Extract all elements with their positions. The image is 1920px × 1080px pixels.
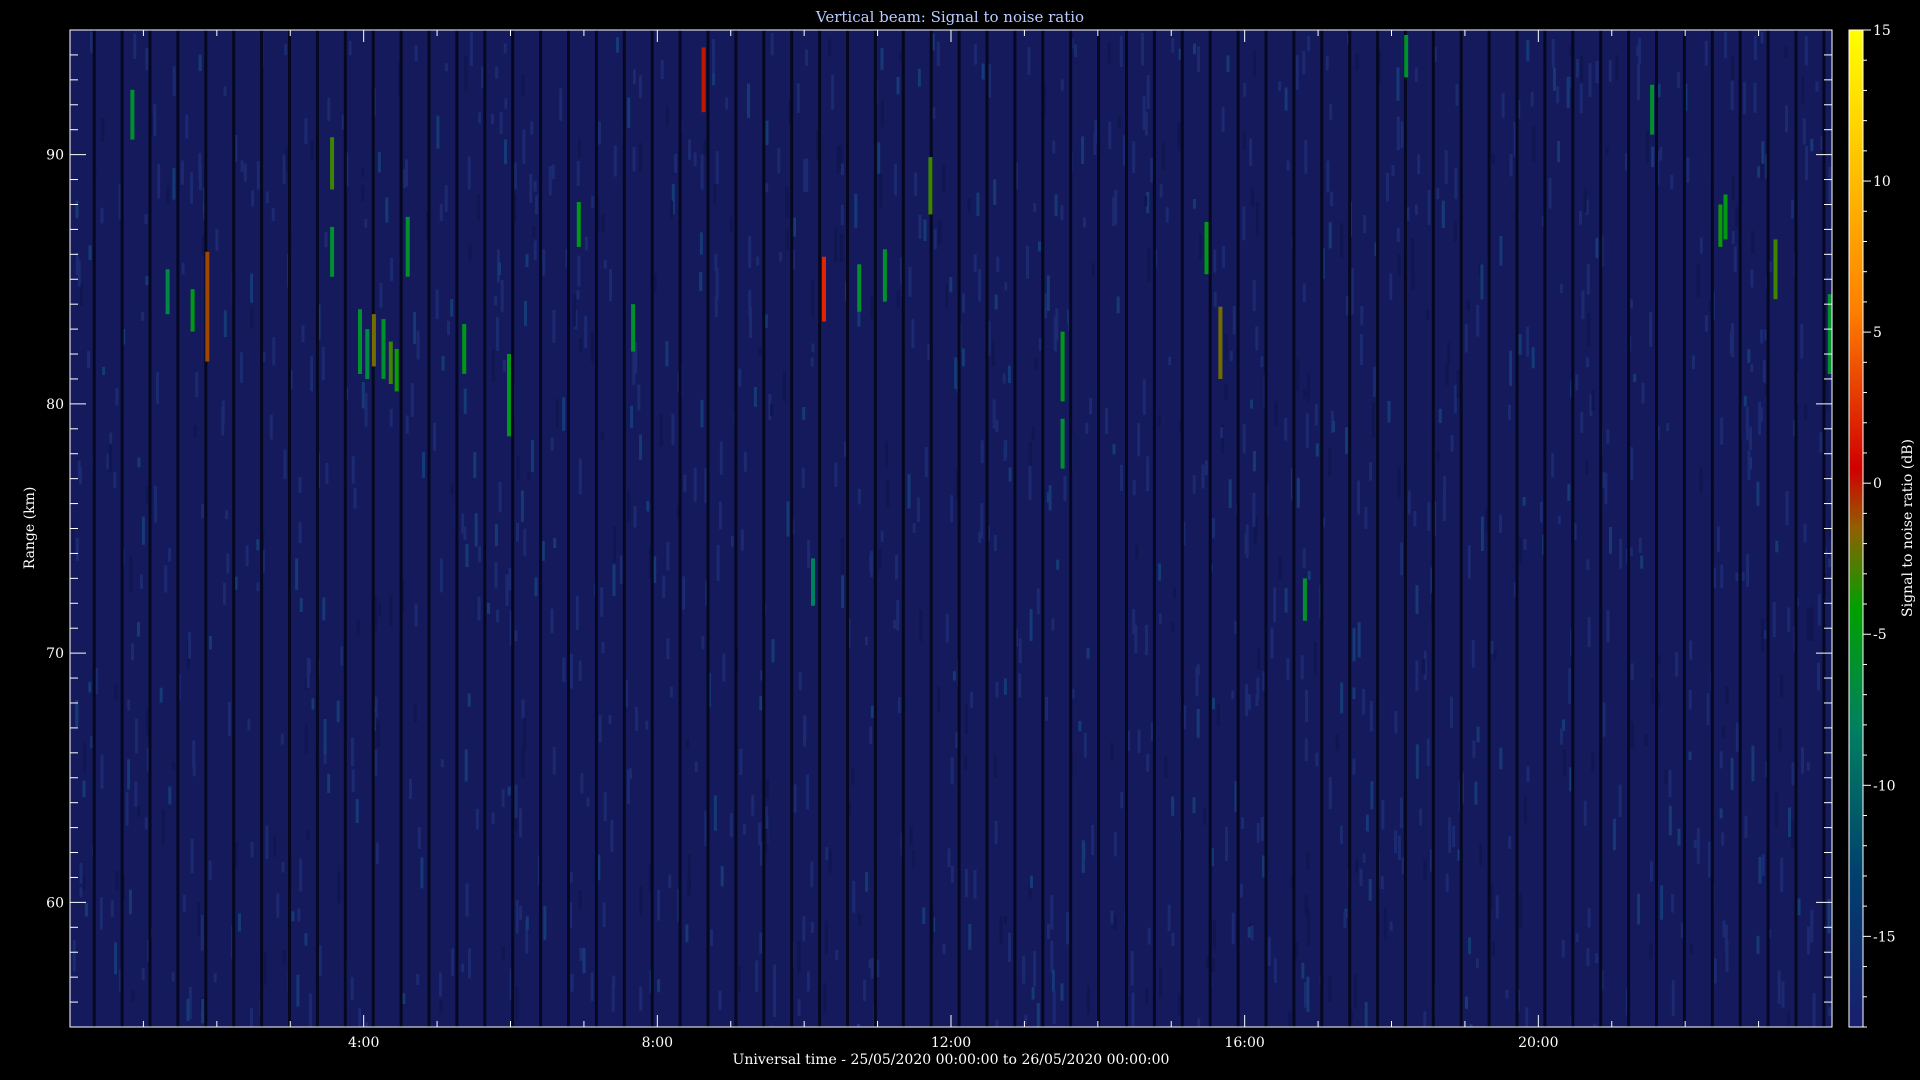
snr-heatmap-chart: Vertical beam: Signal to noise ratio 4:0… (22, 8, 1916, 1068)
colorbar-tick-label: 10 (1873, 174, 1891, 190)
echo-mark (1302, 578, 1307, 621)
echo-mark (365, 329, 370, 379)
echo-mark (1773, 239, 1778, 300)
x-tick-label: 16:00 (1224, 1035, 1264, 1051)
echo-mark (857, 264, 862, 312)
echo-mark (1060, 418, 1065, 469)
echo-mark (1060, 331, 1065, 402)
colorbar-axis: 15 10 5 0 -5 -10 -15 (1863, 23, 1896, 1028)
echo-mark (507, 354, 511, 437)
echo-mark (631, 304, 636, 352)
echo-mark (205, 251, 210, 362)
echo-mark (371, 314, 376, 367)
echo-mark (822, 256, 826, 322)
echo-mark (165, 269, 170, 315)
echo-mark (1218, 306, 1223, 379)
echo-mark (1718, 204, 1723, 247)
echo-mark (405, 216, 410, 277)
echo-mark (811, 558, 815, 606)
x-tick-label: 4:00 (348, 1035, 379, 1051)
echo-mark (330, 226, 335, 277)
echo-mark (358, 309, 362, 374)
echo-mark (330, 137, 335, 190)
echo-mark (882, 249, 887, 302)
echo-mark (190, 289, 195, 332)
colorbar-label: Signal to noise ratio (dB) (1900, 439, 1916, 617)
echo-mark (1723, 194, 1728, 240)
echo-mark (1827, 294, 1832, 374)
colorbar-tick-label: 0 (1873, 476, 1882, 492)
x-tick-label: 8:00 (642, 1035, 673, 1051)
echo-mark (394, 349, 399, 392)
chart-title: Vertical beam: Signal to noise ratio (815, 8, 1084, 26)
x-axis-label: Universal time - 25/05/2020 00:00:00 to … (733, 1052, 1170, 1068)
echo-mark (1650, 84, 1655, 135)
colorbar-tick-label: 5 (1873, 325, 1882, 341)
echo-mark (1404, 35, 1409, 78)
echo-mark (928, 157, 933, 215)
colorbar-tick-label: -15 (1873, 929, 1896, 945)
colorbar (1848, 29, 1864, 1028)
x-tick-label: 12:00 (931, 1035, 971, 1051)
echo-mark (576, 202, 581, 247)
y-tick-label: 60 (46, 895, 64, 911)
echo-mark (130, 89, 135, 140)
colorbar-tick-label: -5 (1873, 627, 1887, 643)
colorbar-tick-label: 15 (1873, 23, 1891, 39)
echo-mark (388, 341, 393, 384)
colorbar-tick-label: -10 (1873, 778, 1896, 794)
echo-mark (701, 47, 706, 113)
y-tick-label: 90 (46, 148, 64, 164)
echo-mark (1204, 221, 1209, 275)
y-axis-label: Range (km) (22, 487, 38, 570)
echo-mark (462, 324, 467, 374)
y-tick-label: 80 (46, 397, 64, 413)
echo-mark (381, 319, 386, 379)
y-tick-label: 70 (46, 646, 64, 662)
x-tick-label: 20:00 (1518, 1035, 1558, 1051)
